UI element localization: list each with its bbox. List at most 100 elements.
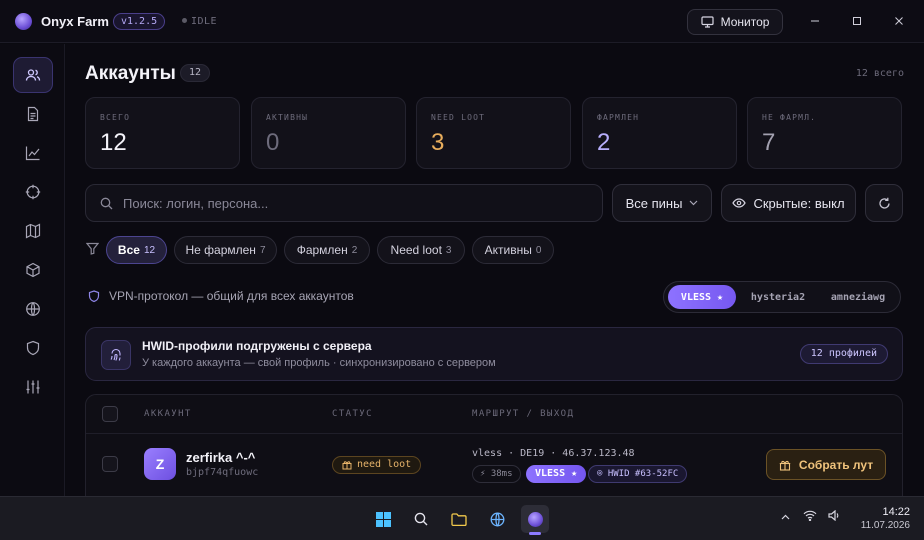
eye-icon	[732, 198, 747, 208]
refresh-button[interactable]	[865, 184, 903, 222]
filter-chip-active[interactable]: Активны 0	[472, 236, 554, 264]
taskbar: 14:22 11.07.2026	[0, 496, 924, 540]
nav-accounts[interactable]	[13, 57, 53, 93]
wifi-button[interactable]	[803, 510, 817, 524]
row-checkbox[interactable]	[102, 456, 118, 472]
nav-statistics[interactable]	[13, 135, 53, 171]
total-count-text: 12 всего	[855, 68, 904, 79]
minimize-button[interactable]	[805, 12, 825, 32]
status-badge: need loot	[332, 456, 422, 474]
start-button[interactable]	[369, 505, 397, 533]
table-header: АККАУНТ СТАТУС МАРШРУТ / ВЫХОД	[86, 395, 902, 434]
hwid-banner-title: HWID-профили подгружены с сервера	[142, 339, 372, 353]
filter-chip-label: Все	[117, 243, 140, 257]
crosshair-icon	[25, 184, 41, 200]
taskbar-search-button[interactable]	[407, 505, 435, 533]
refresh-icon	[878, 197, 890, 209]
vpn-protocol-text: VPN-протокол — общий для всех аккаунтов	[109, 289, 354, 303]
vpn-option-hysteria2[interactable]: hysteria2	[740, 285, 816, 309]
status-text: need loot	[357, 459, 412, 470]
hidden-toggle-label: Скрытые: выкл	[753, 195, 845, 211]
accounts-table: АККАУНТ СТАТУС МАРШРУТ / ВЫХОД Z zerfirk…	[85, 394, 903, 496]
shield-icon	[88, 289, 100, 302]
volume-button[interactable]	[828, 509, 841, 524]
select-all-checkbox[interactable]	[102, 406, 118, 422]
filter-chip-label: Need loot	[390, 243, 442, 257]
globe-icon	[26, 302, 40, 316]
browser-button[interactable]	[483, 505, 511, 533]
gift-icon	[342, 461, 352, 470]
file-explorer-button[interactable]	[445, 505, 473, 533]
route-text: vless · DE19 · 46.37.123.48	[472, 448, 635, 459]
nav-targets[interactable]	[13, 174, 53, 210]
shield-icon	[26, 340, 40, 356]
avatar: Z	[144, 448, 176, 480]
title-bar: Onyx Farm v1.2.5 IDLE Монитор	[0, 0, 924, 43]
filter-chip-count: 12	[143, 244, 156, 256]
nav-security[interactable]	[13, 330, 53, 366]
monitor-icon	[700, 16, 714, 28]
account-id: bjpf74qfuowc	[186, 467, 259, 478]
main-content: Аккаунты 12 12 всего ВСЕГО 12 АКТИВНЫ 0 …	[66, 44, 924, 496]
folder-icon	[451, 512, 467, 526]
windows-logo-icon	[375, 511, 391, 527]
pins-dropdown[interactable]: Все пины	[612, 184, 712, 222]
clock-time: 14:22	[882, 506, 910, 518]
ping-value: 38ms	[490, 469, 513, 479]
globe-icon	[490, 512, 504, 526]
close-button[interactable]	[889, 12, 909, 32]
filter-chip-count: 7	[259, 244, 266, 256]
stat-label: NEED LOOT	[431, 113, 486, 122]
vpn-option-vless[interactable]: VLESS ★	[668, 285, 736, 309]
users-icon	[25, 69, 41, 81]
stat-label: ФАРМЛЕН	[597, 113, 640, 122]
filter-chip-need-loot[interactable]: Need loot 3	[377, 236, 465, 264]
system-clock[interactable]: 14:22 11.07.2026	[861, 506, 910, 531]
maximize-icon	[853, 17, 861, 25]
hwid-value: HWID #63-52FC	[607, 469, 679, 479]
clock-date: 11.07.2026	[860, 520, 910, 531]
filter-chip-count: 3	[445, 244, 452, 256]
onyx-farm-taskbar-button[interactable]	[521, 505, 549, 533]
search-icon	[100, 197, 113, 209]
filter-chip-farmed[interactable]: Фармлен 2	[284, 236, 370, 264]
pins-dropdown-label: Все пины	[625, 195, 683, 211]
account-name: zerfirka ^-^	[186, 450, 256, 465]
app-logo-icon	[15, 13, 32, 30]
search-box	[85, 184, 603, 222]
filter-chip-label: Не фармлен	[185, 243, 256, 257]
filter-chip-not-farmed[interactable]: Не фармлен 7	[174, 236, 277, 264]
vpn-protocol-selector: VLESS ★ hysteria2 amneziawg	[663, 281, 901, 313]
maximize-button[interactable]	[847, 12, 867, 32]
collect-loot-button[interactable]: Собрать лут	[766, 449, 886, 480]
version-badge: v1.2.5	[113, 13, 166, 30]
nav-map[interactable]	[13, 213, 53, 249]
status-indicator: IDLE	[182, 16, 217, 27]
sliders-icon	[26, 380, 40, 394]
nav-documents[interactable]	[13, 96, 53, 132]
gift-icon	[779, 460, 791, 471]
chevron-down-icon	[689, 200, 698, 206]
minimize-icon	[811, 20, 819, 22]
stat-label: НЕ ФАРМЛ.	[762, 113, 817, 122]
filter-chip-label: Фармлен	[296, 243, 348, 257]
nav-inventory[interactable]	[13, 252, 53, 288]
filter-chip-label: Активны	[484, 243, 532, 257]
stat-value: 2	[597, 129, 611, 156]
status-dot-icon	[182, 18, 187, 23]
fingerprint-icon	[101, 340, 131, 370]
chevron-up-icon	[781, 514, 790, 520]
filter-icon	[86, 242, 99, 255]
search-input[interactable]	[123, 195, 563, 211]
vpn-option-amneziawg[interactable]: amneziawg	[820, 285, 896, 309]
stat-value: 12	[100, 129, 127, 156]
protocol-badge: VLESS ★	[526, 465, 587, 483]
nav-network[interactable]	[13, 291, 53, 327]
app-logo-icon	[527, 511, 543, 527]
nav-settings[interactable]	[13, 369, 53, 405]
active-app-indicator	[529, 532, 541, 535]
filter-chip-all[interactable]: Все 12	[106, 236, 167, 264]
tray-overflow-button[interactable]	[781, 511, 790, 523]
hidden-toggle-button[interactable]: Скрытые: выкл	[721, 184, 856, 222]
monitor-button[interactable]: Монитор	[687, 9, 783, 35]
